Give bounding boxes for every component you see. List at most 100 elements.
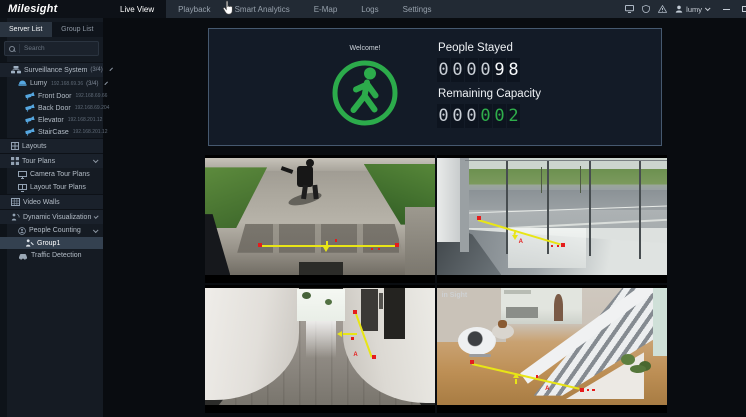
background-person <box>554 294 563 321</box>
alarm-icon[interactable] <box>658 5 667 13</box>
milesight-logo: Milesight <box>8 3 57 15</box>
line-label: A <box>519 239 523 245</box>
lounge-chair <box>458 327 496 355</box>
layouts-icon <box>11 142 19 150</box>
line-endpoint <box>470 360 474 364</box>
direction-stem <box>326 241 328 246</box>
search-input[interactable] <box>19 44 94 53</box>
tree-item-surveillance-system[interactable]: Surveillance System (3/4) <box>0 62 103 77</box>
video-frame-lobby: A <box>437 158 667 275</box>
tree-item-front-door[interactable]: Front Door 192.168.69.66 <box>0 90 103 102</box>
video-tile-front-door[interactable] <box>205 155 435 283</box>
tree-item-staircase[interactable]: StairCase 192.168.201.12 <box>0 126 103 138</box>
tab-logs[interactable]: Logs <box>349 0 390 18</box>
tree-item-traffic-detection[interactable]: Traffic Detection <box>0 249 103 262</box>
tour-plans-icon <box>11 157 19 165</box>
line-marker <box>378 248 381 251</box>
video-tile-back-door[interactable]: A <box>437 155 667 283</box>
tab-group-list[interactable]: Group List <box>52 22 104 37</box>
counter-digit: 0 <box>465 58 478 82</box>
counter-digit: 0 <box>437 58 450 82</box>
counter-digit: 2 <box>507 104 520 128</box>
tree-item-people-counting[interactable]: People Counting <box>0 224 103 237</box>
line-marker <box>335 239 338 242</box>
tree-item-group1[interactable]: Group1 <box>0 237 103 249</box>
line-label: A <box>545 386 549 392</box>
camera-icon <box>25 92 35 100</box>
tree-item-elevator[interactable]: Elevator 192.168.201.12 <box>0 114 103 126</box>
camera-icon <box>25 128 35 136</box>
picture-frame <box>379 293 384 309</box>
camera-icon <box>25 104 35 112</box>
line-marker <box>557 245 560 248</box>
video-tile-staircase[interactable]: in Sight A <box>437 285 667 413</box>
line-endpoint <box>372 355 376 359</box>
video-walls-icon <box>11 198 20 206</box>
user-menu[interactable]: lumy <box>675 5 709 14</box>
counter-digit: 0 <box>451 58 464 82</box>
counter-digit: 0 <box>465 104 478 128</box>
search-icon <box>9 46 15 52</box>
sidebar-tabs: Server List Group List <box>0 22 103 37</box>
people-counting-icon <box>18 227 26 235</box>
line-marker <box>551 245 554 248</box>
tree-item-lumy-nvr[interactable]: Lumy 192.168.69.36 (3/4) <box>0 77 103 90</box>
chevron-down-icon <box>705 5 711 11</box>
line-label: A <box>353 352 357 358</box>
door-mat <box>299 262 343 275</box>
tab-playback[interactable]: Playback <box>166 0 222 18</box>
ramp-right <box>405 207 435 275</box>
device-tree: Surveillance System (3/4) Lumy 192.168.6… <box>0 62 103 262</box>
counter-digit: 8 <box>507 58 520 82</box>
tree-item-dynamic-visualization[interactable]: Dynamic Visualization <box>0 209 103 224</box>
glass-mullion <box>506 160 508 254</box>
maximize-button[interactable] <box>742 6 746 12</box>
chevron-down-icon <box>94 214 99 219</box>
nvr-icon <box>18 80 27 88</box>
video-tile-elevator[interactable]: A <box>205 285 435 413</box>
line-marker <box>371 248 374 251</box>
tree-item-back-door[interactable]: Back Door 192.168.69.204 <box>0 102 103 114</box>
people-counting-dashboard: Welcome! People Stayed 0 0 0 0 9 <box>208 28 662 146</box>
tree-item-video-walls[interactable]: Video Walls <box>0 194 103 209</box>
cms-window: Milesight Live View Playback Smart Analy… <box>0 0 746 417</box>
bag <box>498 320 507 328</box>
counter-digit: 0 <box>493 104 506 128</box>
tab-live-view[interactable]: Live View <box>108 0 166 18</box>
floor-reflection <box>306 321 336 358</box>
tab-server-list[interactable]: Server List <box>0 22 52 37</box>
tree-item-tour-plans[interactable]: Tour Plans <box>0 153 103 168</box>
direction-arrow-icon <box>337 331 342 337</box>
tree-item-layout-tour-plans[interactable]: Layout Tour Plans <box>0 181 103 194</box>
server-cluster-icon <box>11 66 21 74</box>
video-frame-staircase: in Sight A <box>437 288 667 405</box>
minimize-button[interactable] <box>723 9 730 10</box>
traffic-detection-icon <box>18 252 28 260</box>
counter-digit: 0 <box>479 104 492 128</box>
line-endpoint <box>561 243 565 247</box>
chevron-down-icon <box>109 68 113 72</box>
tab-e-map[interactable]: E-Map <box>302 0 350 18</box>
glass-mullion <box>639 160 641 258</box>
camera-tour-icon <box>18 171 27 179</box>
line-marker <box>592 389 595 392</box>
tree-item-layouts[interactable]: Layouts <box>0 138 103 153</box>
dynamic-visualization-icon <box>11 213 20 221</box>
direction-arrow-icon <box>512 235 518 240</box>
sidebar: Server List Group List Surveillance Syst… <box>0 18 103 417</box>
shield-icon[interactable] <box>642 5 650 13</box>
walking-person-icon <box>329 57 401 129</box>
direction-arrow-icon <box>323 247 329 252</box>
tree-item-camera-tour-plans[interactable]: Camera Tour Plans <box>0 168 103 181</box>
direction-stem <box>515 379 517 384</box>
tab-settings[interactable]: Settings <box>391 0 444 18</box>
glass-frame-top <box>465 160 667 161</box>
monitor-icon[interactable] <box>625 5 634 13</box>
counters: People Stayed 0 0 0 0 9 8 Remaining Capa… <box>437 41 541 133</box>
line-endpoint <box>580 388 584 392</box>
group-icon <box>25 239 34 247</box>
line-endpoint <box>395 243 399 247</box>
camera-icon <box>25 116 35 124</box>
video-frame-corridor: A <box>205 288 435 405</box>
video-frame-outdoor-walkway <box>205 158 435 275</box>
